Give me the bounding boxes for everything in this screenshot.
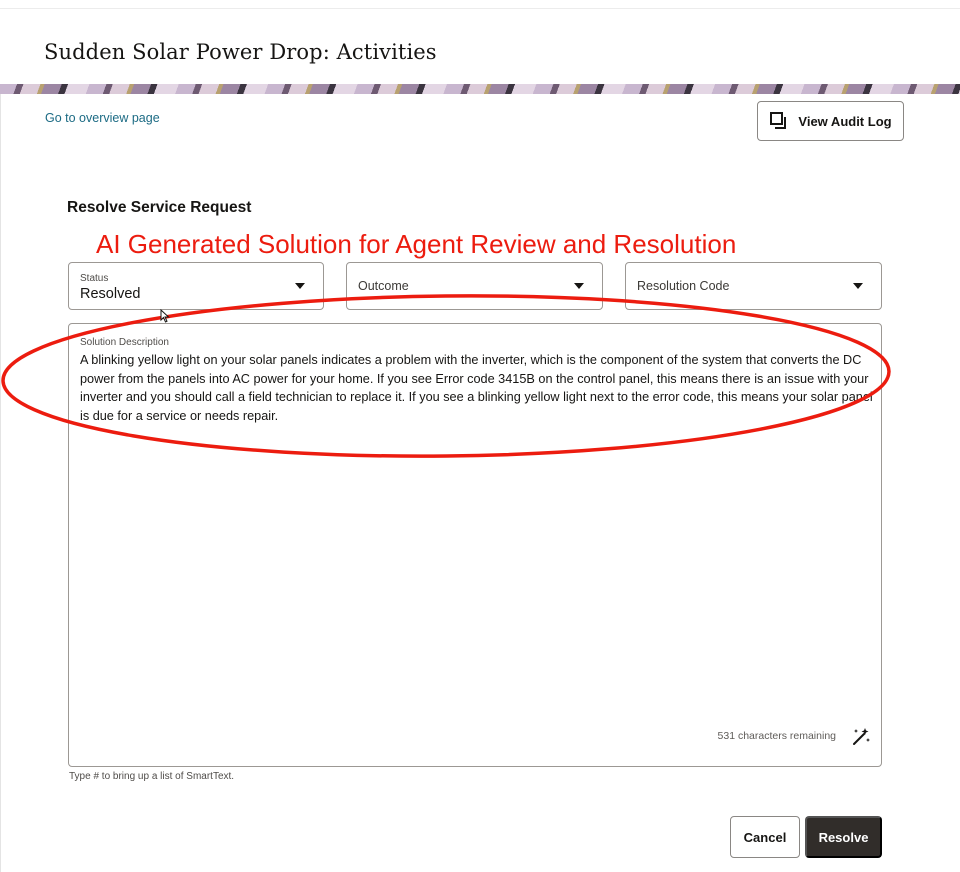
- outcome-select[interactable]: Outcome: [346, 262, 603, 310]
- ai-solution-annotation: AI Generated Solution for Agent Review a…: [96, 229, 737, 259]
- characters-remaining: 531 characters remaining: [717, 730, 836, 742]
- resolve-button[interactable]: Resolve: [805, 816, 882, 858]
- resolution-code-select[interactable]: Resolution Code: [625, 262, 882, 310]
- chevron-down-icon: [574, 283, 584, 289]
- chevron-down-icon: [295, 283, 305, 289]
- solution-description-textarea[interactable]: Solution Description A blinking yellow l…: [68, 323, 882, 767]
- status-value: Resolved: [80, 286, 141, 302]
- outcome-label: Outcome: [358, 279, 409, 293]
- copy-squares-icon: [769, 111, 789, 131]
- mouse-cursor-icon: [160, 309, 170, 323]
- solution-description-label: Solution Description: [80, 337, 169, 348]
- magic-wand-icon[interactable]: [850, 726, 872, 748]
- solution-description-text[interactable]: A blinking yellow light on your solar pa…: [80, 351, 875, 425]
- resolution-code-label: Resolution Code: [637, 279, 730, 293]
- status-label: Status: [80, 273, 109, 284]
- overview-link[interactable]: Go to overview page: [45, 111, 160, 125]
- status-select[interactable]: Status Resolved: [68, 262, 324, 310]
- page-title: Sudden Solar Power Drop: Activities: [44, 40, 437, 64]
- view-audit-log-label: View Audit Log: [798, 113, 892, 129]
- decorative-banner: [0, 84, 960, 94]
- chevron-down-icon: [853, 283, 863, 289]
- view-audit-log-button[interactable]: View Audit Log: [757, 101, 904, 141]
- cancel-button[interactable]: Cancel: [730, 816, 800, 858]
- form-title: Resolve Service Request: [67, 199, 252, 216]
- top-divider: [0, 8, 960, 9]
- smarttext-helper: Type # to bring up a list of SmartText.: [69, 771, 235, 782]
